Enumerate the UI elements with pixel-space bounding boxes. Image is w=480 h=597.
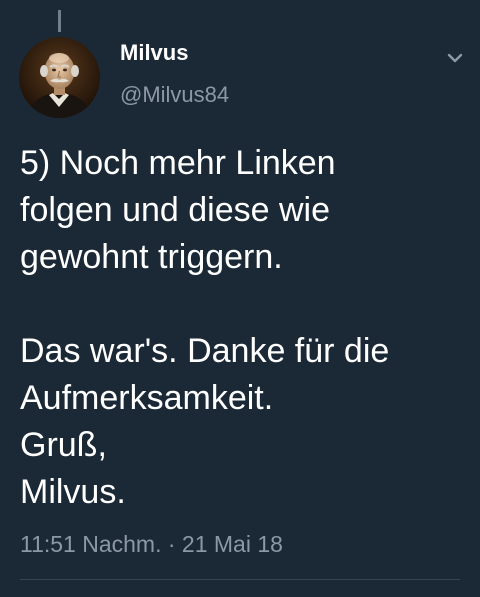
tweet-text-line: gewohnt triggern. bbox=[20, 238, 283, 276]
tweet-text-line: 5) Noch mehr Linken bbox=[20, 144, 336, 182]
display-name[interactable]: Milvus bbox=[120, 40, 188, 66]
tweet-text: 5) Noch mehr Linken folgen und diese wie… bbox=[20, 140, 470, 516]
divider bbox=[20, 579, 460, 580]
tweet-text-line: Gruß, bbox=[20, 426, 107, 464]
tweet-text-line: Aufmerksamkeit. bbox=[20, 379, 274, 417]
chevron-down-icon[interactable] bbox=[440, 46, 470, 72]
thread-connector-line bbox=[58, 10, 61, 32]
avatar[interactable] bbox=[19, 37, 100, 118]
tweet-text-line: Milvus. bbox=[20, 473, 126, 511]
tweet-timestamp[interactable]: 11:51 Nachm. · 21 Mai 18 bbox=[20, 531, 283, 558]
user-handle[interactable]: @Milvus84 bbox=[120, 82, 229, 108]
tweet-text-blank-line bbox=[20, 281, 470, 328]
portrait-avatar-image bbox=[19, 37, 100, 118]
tweet-text-line: folgen und diese wie bbox=[20, 191, 331, 229]
tweet-text-line: Das war's. Danke für die bbox=[20, 332, 390, 370]
